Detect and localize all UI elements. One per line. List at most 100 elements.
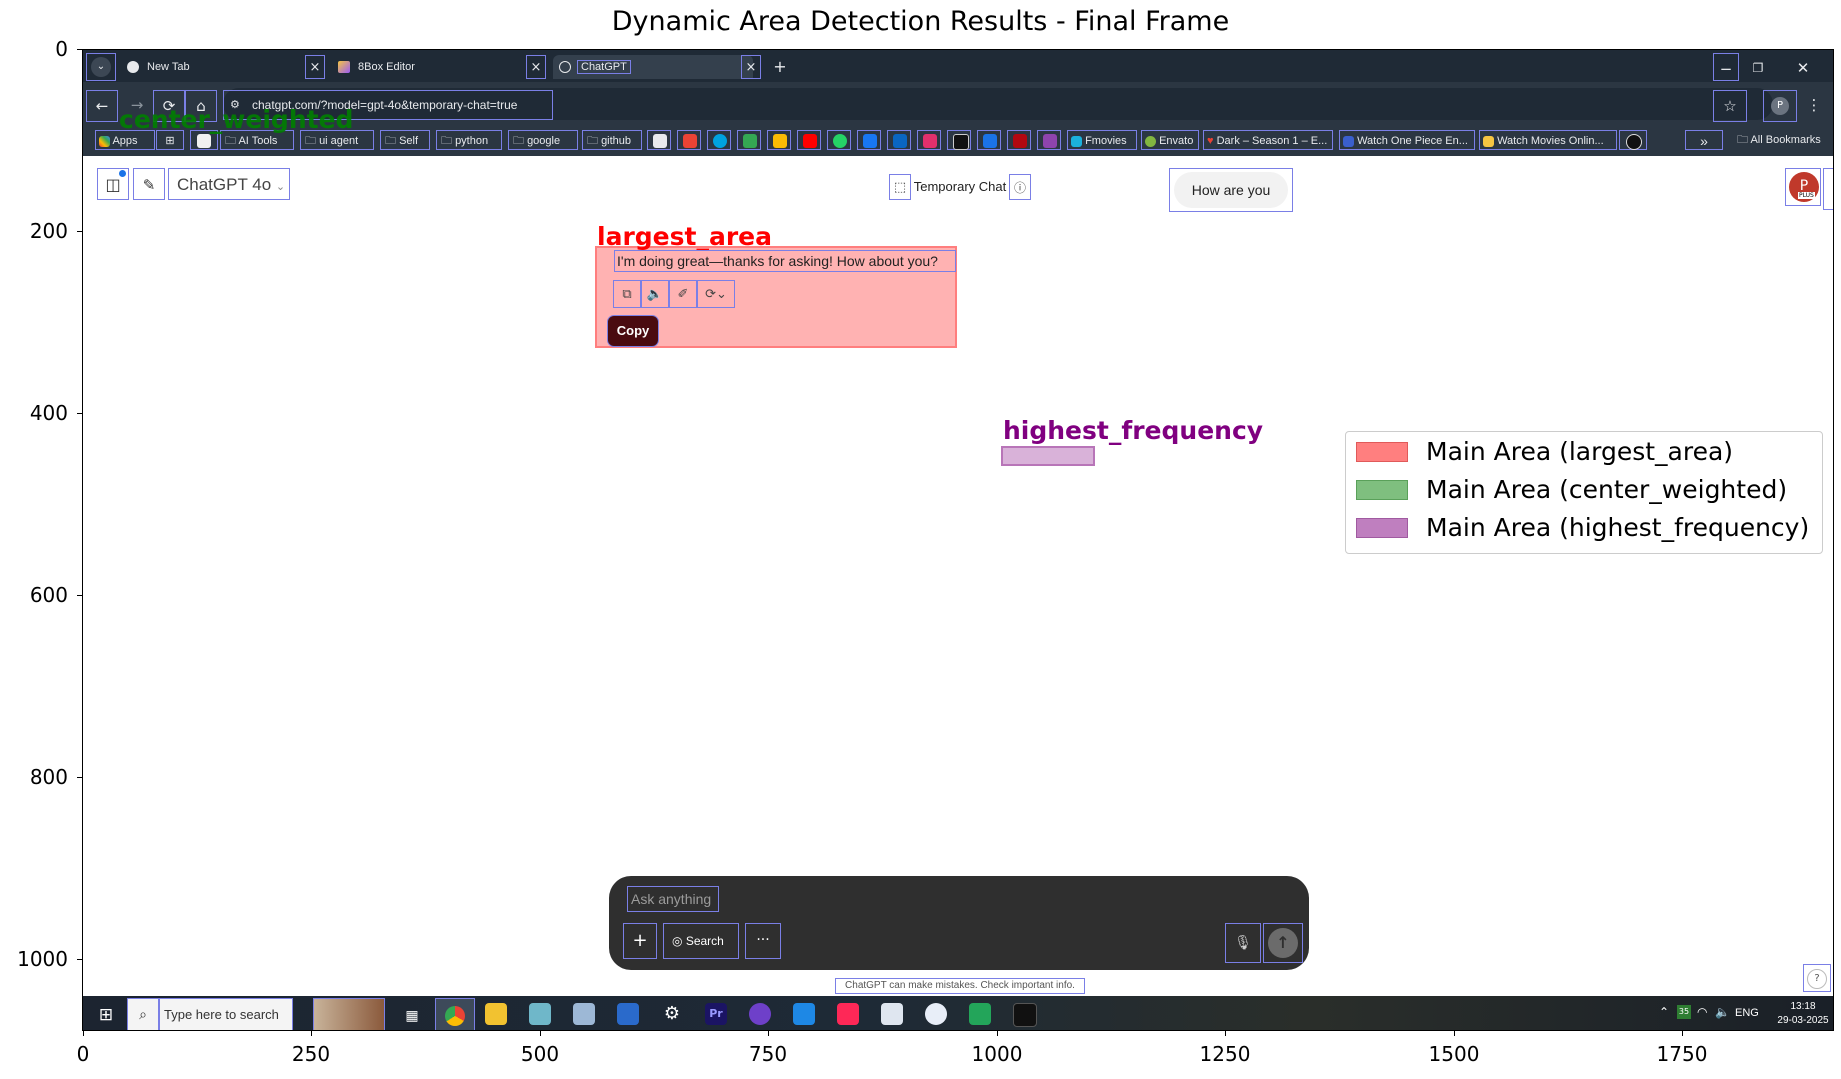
help-button[interactable]: ? bbox=[1803, 964, 1831, 992]
app-icon[interactable] bbox=[881, 1003, 903, 1025]
tab-8box-editor[interactable]: 8Box Editor bbox=[332, 55, 522, 79]
bookmark-icon-14[interactable] bbox=[1037, 130, 1061, 150]
tab-close-button[interactable]: × bbox=[526, 55, 546, 79]
movie-icon bbox=[1483, 135, 1494, 147]
github-desktop-icon[interactable] bbox=[749, 1003, 771, 1025]
powershell-icon[interactable] bbox=[617, 1003, 639, 1025]
figure-title: Dynamic Area Detection Results - Final F… bbox=[611, 6, 1230, 37]
app-icon[interactable] bbox=[529, 1003, 551, 1025]
premiere-pro-icon[interactable]: Pr bbox=[705, 1003, 727, 1025]
read-aloud-icon[interactable]: 🔈 bbox=[641, 280, 669, 308]
x-tick-label: 0 bbox=[76, 1042, 90, 1066]
bookmark-icon-1[interactable] bbox=[647, 130, 671, 150]
bookmark-icon-12[interactable] bbox=[977, 130, 1001, 150]
regenerate-icon[interactable]: ⟳⌄ bbox=[697, 280, 735, 308]
tab-close-button[interactable]: × bbox=[305, 55, 325, 79]
profile-menu[interactable]: P PLUS bbox=[1785, 168, 1821, 206]
bookmark-label: github bbox=[601, 135, 632, 147]
bookmark-google[interactable]: 🗀 google bbox=[508, 130, 578, 150]
clock[interactable]: 13:18 29-03-2025 bbox=[1773, 1000, 1833, 1028]
plus-badge: PLUS bbox=[1798, 192, 1815, 199]
search-button[interactable]: ◎ Search bbox=[663, 923, 739, 959]
jetbrains-icon[interactable] bbox=[837, 1003, 859, 1025]
y-tick-label: 400 bbox=[29, 401, 68, 425]
bookmark-label: Watch Movies Onlin... bbox=[1497, 135, 1604, 147]
taskbar-chrome[interactable] bbox=[435, 998, 475, 1030]
copy-icon[interactable]: ⧉ bbox=[613, 280, 641, 308]
restore-button[interactable]: ❐ bbox=[1745, 53, 1771, 81]
bookmark-icon-15[interactable] bbox=[1619, 130, 1647, 150]
bookmark-python[interactable]: 🗀 python bbox=[436, 130, 502, 150]
bookmark-label: All Bookmarks bbox=[1750, 134, 1821, 146]
send-button[interactable]: ↑ bbox=[1263, 923, 1303, 963]
bookmark-star-icon[interactable]: ☆ bbox=[1713, 90, 1747, 122]
tab-chatgpt[interactable]: ChatGPT bbox=[553, 55, 753, 79]
bookmark-label: Apps bbox=[112, 135, 138, 147]
back-button[interactable]: ← bbox=[86, 90, 118, 122]
file-explorer-icon[interactable] bbox=[485, 1003, 507, 1025]
bookmark-self[interactable]: 🗀 Self bbox=[380, 130, 430, 150]
taskbar-search-icon[interactable]: ⌕ bbox=[127, 998, 159, 1030]
model-selector[interactable]: ChatGPT 4o ⌄ bbox=[168, 168, 290, 200]
edit-icon[interactable]: ✐ bbox=[669, 280, 697, 308]
windows-start-icon[interactable]: ⊞ bbox=[91, 1002, 121, 1028]
bookmark-dark[interactable]: ♥ Dark – Season 1 – E... bbox=[1203, 130, 1333, 150]
microphone-icon[interactable]: 🎙 bbox=[1225, 923, 1261, 963]
bookmark-icon-5[interactable] bbox=[767, 130, 791, 150]
chrome-icon bbox=[127, 61, 139, 74]
app-icon[interactable] bbox=[925, 1003, 947, 1025]
bookmark-fmovies[interactable]: Fmovies bbox=[1067, 130, 1137, 150]
new-tab-button[interactable]: + bbox=[769, 55, 791, 79]
bookmark-icon-13[interactable] bbox=[1007, 130, 1031, 150]
x-tick bbox=[1682, 1031, 1683, 1036]
task-view-icon[interactable]: ▦ bbox=[401, 1005, 423, 1027]
bookmarks-overflow-button[interactable]: » bbox=[1685, 130, 1723, 150]
language-indicator[interactable]: ENG bbox=[1735, 1007, 1759, 1019]
all-bookmarks[interactable]: 🗀 All Bookmarks bbox=[1737, 130, 1833, 150]
tab-new-tab[interactable]: New Tab bbox=[121, 55, 321, 79]
bookmark-envato[interactable]: Envato bbox=[1141, 130, 1199, 150]
settings-gear-icon[interactable]: ⚙ bbox=[661, 1003, 683, 1025]
bookmark-github[interactable]: 🗀 github bbox=[582, 130, 642, 150]
bookmark-one-piece[interactable]: Watch One Piece En... bbox=[1339, 130, 1475, 150]
close-window-button[interactable]: ✕ bbox=[1783, 53, 1823, 81]
app-icon[interactable] bbox=[573, 1003, 595, 1025]
bookmark-icon-6[interactable] bbox=[797, 130, 821, 150]
bookmark-icon-10[interactable] bbox=[917, 130, 941, 150]
app-icon[interactable] bbox=[1013, 1003, 1037, 1027]
x-tick-label: 250 bbox=[291, 1042, 331, 1066]
attach-plus-button[interactable]: + bbox=[623, 923, 657, 959]
bookmark-icon-11[interactable] bbox=[947, 130, 971, 150]
more-options-button[interactable]: ··· bbox=[745, 923, 781, 959]
gmail-icon bbox=[683, 134, 697, 149]
vscode-icon[interactable] bbox=[793, 1003, 815, 1025]
vscode-insiders-icon[interactable] bbox=[969, 1003, 991, 1025]
highest-frequency-label: highest_frequency bbox=[1003, 416, 1264, 445]
minimize-button[interactable]: − bbox=[1713, 53, 1739, 81]
chevron-down-icon: ⌄ bbox=[275, 181, 286, 193]
x-tick bbox=[311, 1031, 312, 1036]
bookmark-icon-4[interactable] bbox=[737, 130, 761, 150]
menu-kebab-icon[interactable]: ⋮ bbox=[1801, 90, 1827, 122]
profile-button[interactable]: P bbox=[1763, 90, 1797, 122]
bookmark-icon-3[interactable] bbox=[707, 130, 731, 150]
taskbar-search-input[interactable]: Type here to search bbox=[159, 998, 293, 1030]
bookmark-icon-8[interactable] bbox=[857, 130, 881, 150]
bookmark-icon-9[interactable] bbox=[887, 130, 911, 150]
bookmark-icon-7[interactable] bbox=[827, 130, 851, 150]
bookmark-icon-2[interactable] bbox=[677, 130, 701, 150]
tab-search-button[interactable]: ⌄ bbox=[86, 53, 116, 81]
legend-label: Main Area (largest_area) bbox=[1426, 437, 1734, 466]
tab-close-button[interactable]: × bbox=[741, 55, 761, 79]
taskbar-widget-image[interactable] bbox=[313, 998, 385, 1030]
x-tick bbox=[540, 1031, 541, 1036]
bookmark-watch-movies[interactable]: Watch Movies Onlin... bbox=[1479, 130, 1617, 150]
volume-icon[interactable]: 🔈 bbox=[1715, 1005, 1730, 1019]
bookmark-label: Envato bbox=[1159, 135, 1194, 147]
info-icon[interactable]: ⓘ bbox=[1009, 174, 1031, 200]
tray-chevron-icon[interactable]: ⌃ bbox=[1659, 1005, 1669, 1019]
wifi-icon[interactable]: ◠ bbox=[1697, 1005, 1707, 1019]
new-chat-icon[interactable]: ✎ bbox=[133, 168, 165, 200]
x-tick bbox=[997, 1031, 998, 1036]
prompt-input[interactable]: Ask anything bbox=[627, 886, 719, 912]
